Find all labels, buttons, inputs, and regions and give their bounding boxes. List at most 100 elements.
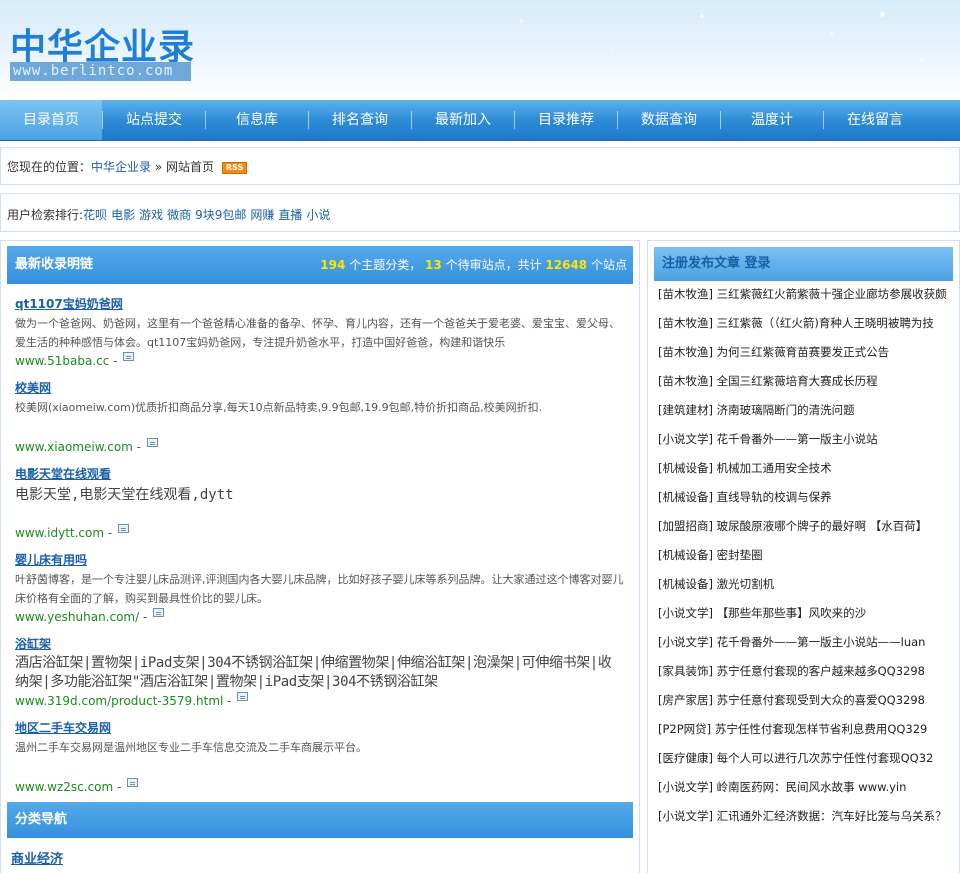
entry-url: www.yeshuhan.com/ -	[15, 608, 625, 626]
article-item[interactable]: [P2P网贷] 苏宁任性付套现怎样节省利息费用QQ329	[658, 720, 949, 739]
search-term[interactable]: 花呗	[83, 208, 107, 222]
entry-description: 酒店浴缸架|置物架|iPad支架|304不锈钢浴缸架|伸缩置物架|伸缩浴缸架|泡…	[15, 655, 612, 690]
article-item[interactable]: [苗木牧渔] 三红紫薇（（红火箭)育种人王晓明被聘为技	[658, 314, 949, 333]
article-item[interactable]: [小说文学] 花千骨番外——第一版主小说站——luan	[658, 633, 949, 652]
article-item[interactable]: [机械设备] 密封垫圈	[658, 546, 949, 565]
entry-title-link[interactable]: 浴缸架	[15, 634, 625, 654]
entry-title-link[interactable]: qt1107宝妈奶爸网	[15, 294, 625, 314]
category-nav-title: 分类导航	[15, 812, 68, 827]
note-icon[interactable]	[118, 524, 130, 533]
rss-icon[interactable]: RSS	[221, 162, 248, 174]
article-item[interactable]: [加盟招商] 玻尿酸原液哪个牌子的最好啊 【水百荷】	[658, 517, 949, 536]
entry-title-link[interactable]: 校美网	[15, 378, 625, 398]
entry-url-text[interactable]: www.yeshuhan.com/	[15, 610, 139, 624]
search-term[interactable]: 直播	[278, 208, 302, 222]
search-rank-label: 用户检索排行:	[7, 208, 84, 222]
site-stats: 194 个主题分类， 13 个待审站点，共计 12648 个站点	[320, 246, 627, 284]
nav-rank-query[interactable]: 排名查询	[309, 100, 411, 140]
nav-thermometer[interactable]: 温度计	[721, 100, 823, 140]
search-term[interactable]: 游戏	[139, 208, 163, 222]
nav-submit-site[interactable]: 站点提交	[103, 100, 205, 140]
article-item[interactable]: [苗木牧渔] 全国三红紫薇培育大赛成长历程	[658, 372, 949, 391]
entry-description: 叶舒茵博客，是一个专注婴儿床品测评,评测国内各大婴儿床品牌，比如好孩子婴儿床等系…	[15, 573, 624, 605]
list-item: 电影天堂在线观看 电影天堂,电影天堂在线观看,dytt www.idytt.co…	[7, 464, 633, 542]
latest-links-header: 最新收录明链 194 个主题分类， 13 个待审站点，共计 12648 个站点	[7, 246, 633, 284]
latest-links-column: 最新收录明链 194 个主题分类， 13 个待审站点，共计 12648 个站点 …	[0, 240, 640, 873]
article-item[interactable]: [小说文学] 【那些年那些事】风吹来的沙	[658, 604, 949, 623]
note-icon[interactable]	[153, 608, 165, 617]
entry-url-text[interactable]: www.idytt.com	[15, 526, 104, 540]
main-nav: 目录首页 站点提交 信息库 排名查询 最新加入 目录推荐 数据查询 温度计 在线…	[0, 100, 960, 141]
entry-url: www.51baba.cc -	[15, 352, 625, 370]
entry-description: 做为一个爸爸网、奶爸网，这里有一个爸爸精心准备的备孕、怀孕、育儿内容，还有一个爸…	[15, 317, 620, 349]
entry-description: 温州二手车交易网是温州地区专业二手车信息交流及二手车商展示平台。	[15, 741, 367, 754]
entry-title-link[interactable]: 电影天堂在线观看	[15, 464, 625, 484]
nav-info-library[interactable]: 信息库	[206, 100, 308, 140]
site-header: 中华企业录 www.berlintco.com	[0, 0, 960, 100]
article-item[interactable]: [小说文学] 汇讯通外汇经济数据：汽车好比笼与乌关系？	[658, 807, 949, 826]
category-link[interactable]: 商业经济	[11, 852, 63, 867]
article-item[interactable]: [机械设备] 激光切割机	[658, 575, 949, 594]
search-term[interactable]: 电影	[111, 208, 135, 222]
entry-url: www.idytt.com -	[15, 524, 625, 542]
nav-home[interactable]: 目录首页	[0, 100, 102, 140]
breadcrumb: 您现在的位置：中华企业录 » 网站首页 RSS	[0, 147, 960, 185]
breadcrumb-home-link[interactable]: 中华企业录	[91, 160, 151, 174]
nav-recommend[interactable]: 目录推荐	[515, 100, 617, 140]
note-icon[interactable]	[127, 778, 139, 787]
latest-links-title: 最新收录明链	[15, 257, 94, 272]
entry-url: www.xiaomeiw.com -	[15, 438, 625, 456]
stat-total: 12648	[545, 258, 588, 272]
article-item[interactable]: [机械设备] 机械加工通用安全技术	[658, 459, 949, 478]
article-item[interactable]: [小说文学] 岭南医药网：民间风水故事 www.yin	[658, 778, 949, 797]
nav-data-query[interactable]: 数据查询	[618, 100, 720, 140]
articles-header: 注册发布文章 登录	[654, 247, 953, 281]
article-item[interactable]: [小说文学] 花千骨番外——第一版主小说站	[658, 430, 949, 449]
article-item[interactable]: [苗木牧渔] 三红紫薇红火箭紫薇十强企业廊坊参展收获颇	[658, 285, 949, 304]
category-list: 商业经济	[7, 838, 633, 867]
article-list: [苗木牧渔] 三红紫薇红火箭紫薇十强企业廊坊参展收获颇 [苗木牧渔] 三红紫薇（…	[654, 281, 953, 826]
article-item[interactable]: [建筑建材] 济南玻璃隔断门的清洗问题	[658, 401, 949, 420]
entry-url: www.wz2sc.com -	[15, 778, 625, 796]
entry-title-link[interactable]: 婴儿床有用吗	[15, 550, 625, 570]
stat-pending-text: 个待审站点，共计	[445, 258, 542, 272]
article-item[interactable]: [房产家居] 苏宁任意付套现受到大众的喜爱QQ3298	[658, 691, 949, 710]
site-domain: www.berlintco.com	[10, 62, 191, 81]
search-rank-bar: 用户检索排行:花呗 电影 游戏 微商 9块9包邮 网赚 直播 小说	[0, 193, 960, 232]
entry-url-text[interactable]: www.wz2sc.com	[15, 780, 113, 794]
entry-url-text[interactable]: www.51baba.cc	[15, 354, 109, 368]
list-item: 校美网 校美网(xiaomeiw.com)优质折扣商品分享,每天10点新品特卖,…	[7, 378, 633, 456]
list-item: qt1107宝妈奶爸网 做为一个爸爸网、奶爸网，这里有一个爸爸精心准备的备孕、怀…	[7, 294, 633, 370]
nav-latest[interactable]: 最新加入	[412, 100, 514, 140]
entry-url: www.319d.com/product-3579.html -	[15, 692, 625, 710]
note-icon[interactable]	[146, 438, 158, 447]
search-term[interactable]: 9块9包邮	[195, 208, 246, 222]
note-icon[interactable]	[123, 352, 135, 361]
register-publish-link[interactable]: 注册发布文章	[662, 256, 740, 271]
article-item[interactable]: [家具装饰] 苏宁任意付套现的客户越来越多QQ3298	[658, 662, 949, 681]
list-item: 地区二手车交易网 温州二手车交易网是温州地区专业二手车信息交流及二手车商展示平台…	[7, 718, 633, 796]
articles-column: 注册发布文章 登录 [苗木牧渔] 三红紫薇红火箭紫薇十强企业廊坊参展收获颇 [苗…	[647, 240, 960, 873]
list-item: 浴缸架 酒店浴缸架|置物架|iPad支架|304不锈钢浴缸架|伸缩置物架|伸缩浴…	[7, 634, 633, 710]
breadcrumb-current: 网站首页	[166, 160, 215, 174]
login-link[interactable]: 登录	[745, 256, 771, 271]
entry-description: 电影天堂,电影天堂在线观看,dytt	[15, 487, 234, 503]
stat-categories-text: 个主题分类，	[349, 258, 422, 272]
note-icon[interactable]	[237, 692, 249, 701]
entry-url-text[interactable]: www.319d.com/product-3579.html	[15, 694, 223, 708]
stat-categories: 194	[320, 258, 346, 272]
search-term[interactable]: 微商	[167, 208, 191, 222]
stat-pending: 13	[425, 258, 442, 272]
search-term[interactable]: 网赚	[250, 208, 274, 222]
article-item[interactable]: [苗木牧渔] 为何三红紫薇育苗赛要发正式公告	[658, 343, 949, 362]
list-item: 婴儿床有用吗 叶舒茵博客，是一个专注婴儿床品测评,评测国内各大婴儿床品牌，比如好…	[7, 550, 633, 626]
entry-url-text[interactable]: www.xiaomeiw.com	[15, 440, 133, 454]
stat-total-text: 个站点	[590, 258, 627, 272]
entry-title-link[interactable]: 地区二手车交易网	[15, 718, 625, 738]
category-nav-header: 分类导航	[7, 802, 633, 838]
nav-guestbook[interactable]: 在线留言	[824, 100, 926, 140]
search-term[interactable]: 小说	[306, 208, 330, 222]
article-item[interactable]: [机械设备] 直线导轨的校调与保养	[658, 488, 949, 507]
article-item[interactable]: [医疗健康] 每个人可以进行几次苏宁任性付套现QQ32	[658, 749, 949, 768]
breadcrumb-prefix: 您现在的位置：	[7, 160, 92, 174]
